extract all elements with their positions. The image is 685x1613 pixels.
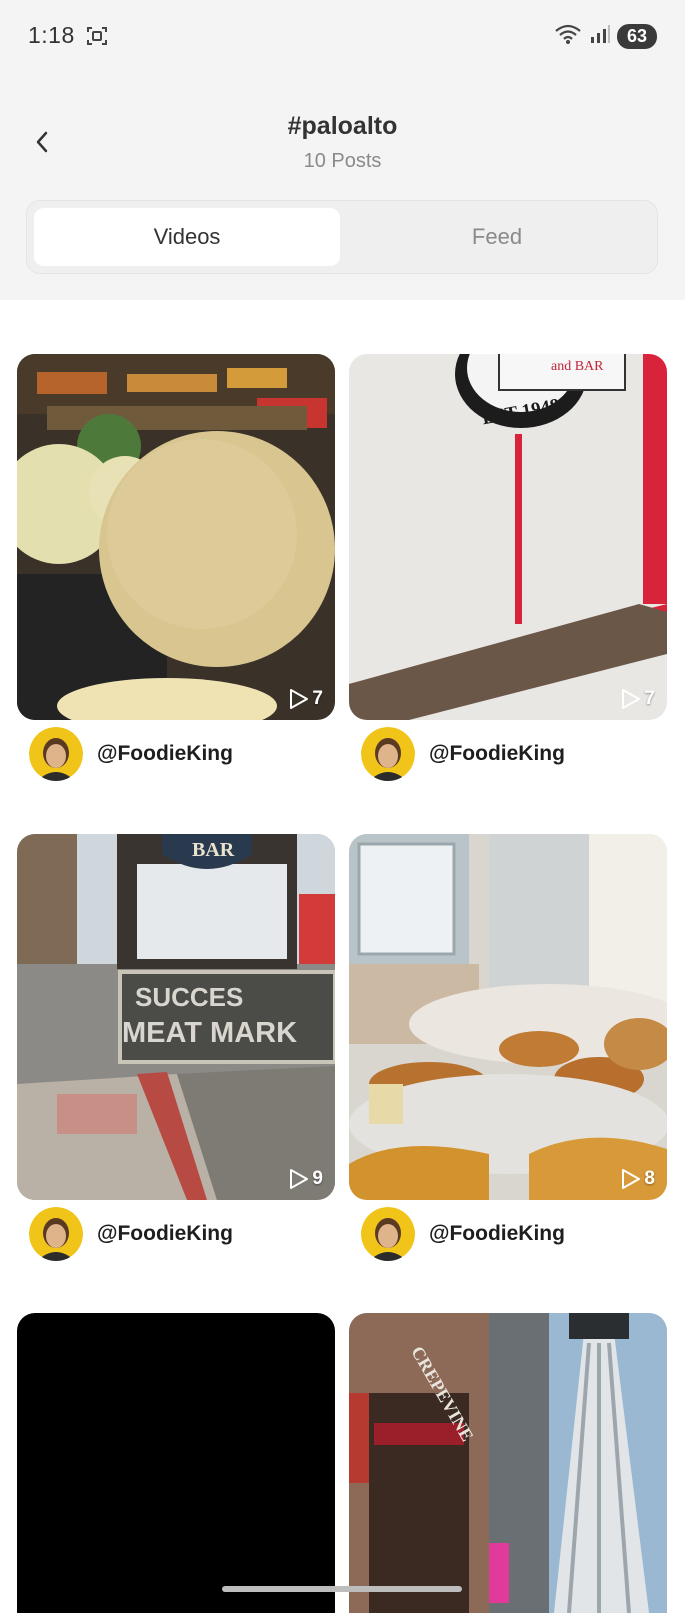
video-card[interactable]: CREPEVINE (349, 1313, 667, 1613)
tab-bar: Videos Feed (26, 200, 658, 274)
author-name[interactable]: @FoodieKing (429, 742, 565, 766)
video-card[interactable]: 7 @FoodieKing (17, 354, 335, 781)
avatar[interactable] (361, 727, 415, 781)
play-icon (290, 689, 309, 709)
author[interactable]: @FoodieKing (29, 727, 233, 781)
sign-text: and BAR (551, 359, 604, 374)
home-indicator[interactable] (222, 1586, 462, 1592)
play-icon (622, 689, 641, 709)
battery-icon: 63 (617, 23, 657, 49)
video-thumbnail[interactable]: 8 (349, 834, 667, 1200)
wifi-icon (553, 23, 583, 50)
author-name[interactable]: @FoodieKing (97, 742, 233, 766)
screenshot-icon (86, 25, 108, 47)
avatar[interactable] (29, 727, 83, 781)
play-count: 7 (619, 688, 655, 710)
play-count-value: 8 (644, 1168, 655, 1189)
signal-icon (589, 23, 611, 50)
play-count-value: 7 (644, 688, 655, 709)
video-card[interactable]: BAR SUCCES MEAT MARK 9 @FoodieKing (17, 834, 335, 1261)
video-thumbnail[interactable]: 7 (17, 354, 335, 720)
sign-text: SUCCES (135, 982, 243, 1012)
sign-text: MEAT MARK (122, 1017, 297, 1049)
author-name[interactable]: @FoodieKing (97, 1222, 233, 1246)
play-count: 7 (287, 688, 323, 710)
video-thumbnail[interactable]: BAR SUCCES MEAT MARK 9 (17, 834, 335, 1200)
play-count: 8 (619, 1168, 655, 1190)
play-icon (290, 1169, 309, 1189)
play-count-value: 7 (312, 688, 323, 709)
play-count-value: 9 (312, 1168, 323, 1189)
play-count: 9 (287, 1168, 323, 1190)
video-card[interactable]: and BAR EST 1948 7 @FoodieKing (349, 354, 667, 781)
author-name[interactable]: @FoodieKing (429, 1222, 565, 1246)
video-thumbnail[interactable]: and BAR EST 1948 7 (349, 354, 667, 720)
avatar[interactable] (361, 1207, 415, 1261)
author[interactable]: @FoodieKing (361, 1207, 565, 1261)
play-icon (622, 1169, 641, 1189)
sign-text: BAR (192, 839, 235, 861)
video-thumbnail[interactable]: CREPEVINE (349, 1313, 667, 1613)
video-card[interactable] (17, 1313, 335, 1613)
status-icons: 63 (553, 22, 657, 50)
tab-feed[interactable]: Feed (344, 208, 650, 266)
page-title: #paloalto (287, 112, 398, 140)
tab-videos[interactable]: Videos (34, 208, 340, 266)
post-count: 10 Posts (303, 150, 382, 172)
video-card[interactable]: 8 @FoodieKing (349, 834, 667, 1261)
avatar[interactable] (29, 1207, 83, 1261)
author[interactable]: @FoodieKing (361, 727, 565, 781)
author[interactable]: @FoodieKing (29, 1207, 233, 1261)
video-thumbnail[interactable] (17, 1313, 335, 1613)
status-time: 1:18 (28, 22, 75, 48)
